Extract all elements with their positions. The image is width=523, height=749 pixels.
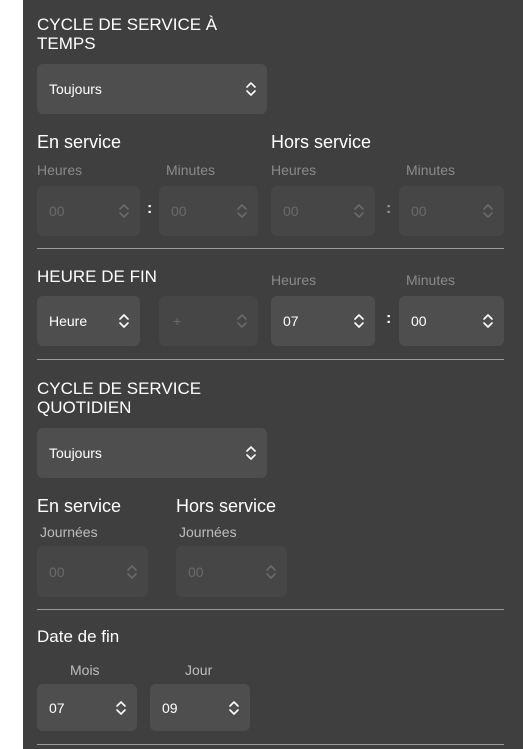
end-time-title: HEURE DE FIN <box>37 267 157 286</box>
daily-cycle-mode-value: Toujours <box>49 445 102 461</box>
daily-on-days-label: Journées <box>40 524 98 540</box>
end-time-offset-select[interactable]: + <box>159 296 258 346</box>
end-date-month-label: Mois <box>70 662 100 678</box>
end-date-month-value: 07 <box>49 699 65 716</box>
end-time-type-select[interactable]: Heure <box>37 296 140 346</box>
end-time-hours-label: Heures <box>271 272 317 288</box>
daily-off-label: Hors service <box>176 496 277 516</box>
end-time-minutes-label: Minutes <box>406 272 456 288</box>
timed-on-label: En service <box>37 132 122 152</box>
end-time-hours-select[interactable]: 07 <box>271 296 375 346</box>
chevron-up-down-icon <box>119 314 129 328</box>
divider <box>37 248 504 249</box>
chevron-up-down-icon <box>237 204 247 218</box>
timed-off-minutes-value: 00 <box>411 203 427 219</box>
end-date-day-select[interactable]: 09 <box>150 684 250 731</box>
timed-off-hours-value: 00 <box>283 203 299 219</box>
chevron-up-down-icon <box>483 314 493 328</box>
end-time-offset-value: + <box>173 313 182 329</box>
chevron-up-down-icon <box>116 700 126 715</box>
timed-off-label: Hors service <box>271 132 372 152</box>
chevron-up-down-icon <box>127 564 137 579</box>
timed-on-hours-label: Heures <box>37 162 83 178</box>
chevron-up-down-icon <box>354 204 364 218</box>
chevron-up-down-icon <box>246 446 256 460</box>
end-time-hours-value: 07 <box>283 313 299 329</box>
timed-on-hours-value: 00 <box>49 203 65 219</box>
daily-off-days-select[interactable]: 00 <box>176 546 287 597</box>
end-date-title: Date de fin <box>37 627 120 646</box>
end-time-type-value: Heure <box>49 313 88 329</box>
chevron-up-down-icon <box>119 204 129 218</box>
daily-on-days-select[interactable]: 00 <box>37 546 148 597</box>
divider <box>37 609 504 610</box>
end-time-separator: : <box>386 310 392 327</box>
daily-on-label: En service <box>37 496 122 516</box>
timed-cycle-title: CYCLE DE SERVICE À TEMPS <box>37 15 218 53</box>
timed-off-minutes-select[interactable]: 00 <box>399 186 504 236</box>
daily-off-days-label: Journées <box>179 524 237 540</box>
end-time-minutes-value: 00 <box>411 313 427 329</box>
daily-on-days-value: 00 <box>49 563 65 580</box>
timed-off-hours-select[interactable]: 00 <box>271 186 375 236</box>
chevron-up-down-icon <box>237 314 247 328</box>
divider <box>37 744 504 745</box>
timed-off-minutes-label: Minutes <box>406 162 456 178</box>
timed-on-minutes-label: Minutes <box>166 162 216 178</box>
daily-cycle-title: CYCLE DE SERVICE QUOTIDIEN <box>37 379 202 417</box>
end-time-minutes-select[interactable]: 00 <box>399 296 504 346</box>
timed-off-hours-label: Heures <box>271 162 317 178</box>
timed-on-minutes-value: 00 <box>171 203 187 219</box>
chevron-up-down-icon <box>246 82 256 96</box>
daily-cycle-mode-select[interactable]: Toujours <box>37 428 267 478</box>
timed-cycle-mode-value: Toujours <box>49 81 102 97</box>
divider <box>37 359 504 360</box>
timed-off-separator: : <box>386 200 392 217</box>
end-date-day-label: Jour <box>185 662 213 678</box>
chevron-up-down-icon <box>266 564 276 579</box>
timed-on-separator: : <box>147 200 153 217</box>
timed-on-minutes-select[interactable]: 00 <box>159 186 258 236</box>
chevron-up-down-icon <box>483 204 493 218</box>
timed-cycle-mode-select[interactable]: Toujours <box>37 64 267 114</box>
chevron-up-down-icon <box>229 700 239 715</box>
end-date-month-select[interactable]: 07 <box>37 684 137 731</box>
end-date-day-value: 09 <box>162 699 178 716</box>
timed-on-hours-select[interactable]: 00 <box>37 186 140 236</box>
daily-off-days-value: 00 <box>188 563 204 580</box>
chevron-up-down-icon <box>354 314 364 328</box>
